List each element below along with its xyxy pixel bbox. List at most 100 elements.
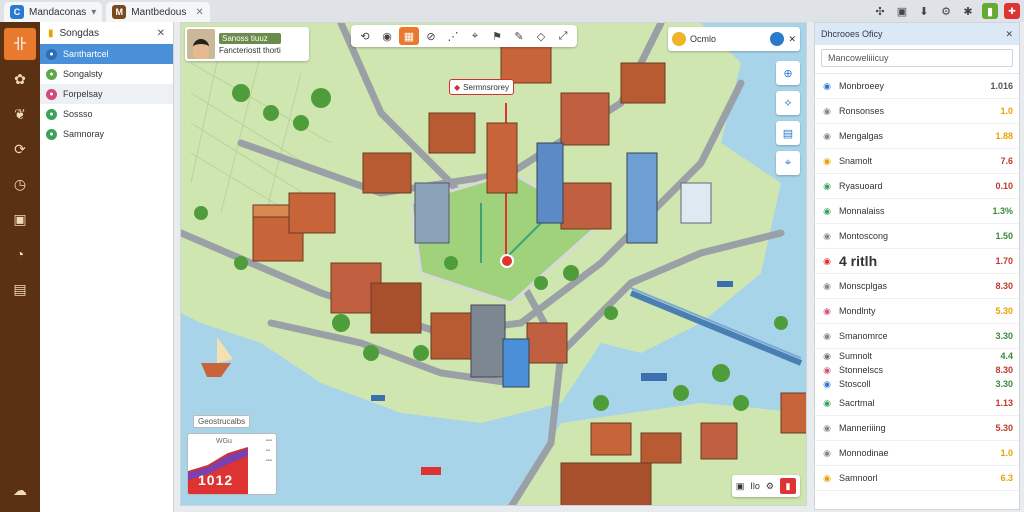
layers-icon[interactable]: ▤ (776, 121, 800, 145)
row-label: Mengalgas (839, 131, 884, 141)
table-row[interactable]: ◉ Smanomrce 3.30 (815, 324, 1019, 349)
row-label: Smanomrce (839, 331, 888, 341)
zoom-in-icon[interactable]: ⊕ (776, 61, 800, 85)
row-status-icon: ◉ (823, 230, 831, 241)
download-icon[interactable]: ⬇ (916, 3, 932, 19)
globe-icon[interactable] (770, 32, 785, 46)
table-row[interactable]: ◉ Snamolt 7.6 (815, 149, 1019, 174)
library-icon[interactable]: ▤ (4, 273, 36, 305)
sidebar-item[interactable]: ● Forpelsay (40, 84, 173, 104)
locate-icon[interactable]: ⌖ (776, 151, 800, 175)
sidebar-item-label: Samnoray (63, 129, 105, 139)
layer-icon: ● (46, 88, 57, 100)
chevron-down-icon[interactable]: ▾ (91, 7, 96, 18)
profile-photo (187, 29, 215, 59)
table-row[interactable]: ◉ Monnodinae 1.0 (815, 441, 1019, 466)
tab-2[interactable]: M Mantbedous ✕ (106, 2, 210, 22)
grid-icon[interactable]: 卝 (4, 28, 36, 60)
table-row[interactable]: ◉ Ronsonses 1.0 (815, 99, 1019, 124)
table-row[interactable]: ◉ Montoscong 1.50 (815, 224, 1019, 249)
settings-icon[interactable]: ⚙ (938, 3, 954, 19)
people-icon[interactable]: ✿ (4, 63, 36, 95)
marker-icon[interactable]: ⚑ (487, 27, 507, 45)
sidebar: ▮ Songdas ✕ ● Santhartcel ● Songalsty ● … (40, 22, 174, 512)
row-status-icon: ◉ (823, 305, 831, 316)
table-row[interactable]: ◉ Mondlnty 5.30 (815, 299, 1019, 324)
table-row[interactable]: ◉ Monnalaiss 1.3% (815, 199, 1019, 224)
table-row[interactable]: ◉ Samnoorl 6.3 (815, 466, 1019, 491)
stat-card[interactable]: WGu 1012 ▪▪▪ ▪▪ ▪▪▪ (187, 433, 277, 495)
table-row[interactable]: ◉ Sacrtmal 1.13 (815, 391, 1019, 416)
sidebar-title: Songdas (59, 27, 99, 39)
extension-icon[interactable]: ✱ (960, 3, 976, 19)
row-status-icon: ◉ (823, 447, 831, 458)
book-icon[interactable]: ◔ (4, 238, 36, 270)
sidebar-item[interactable]: ● Samnoray (40, 124, 173, 144)
row-value: 1.70 (995, 256, 1013, 266)
table-row[interactable]: ◉ Manneriiing 5.30 (815, 416, 1019, 441)
tab-1[interactable]: C Mandaconas ▾ (4, 2, 103, 22)
map-toolbar: ⟲ ◉ ▦ ⊘ ⋰ ⌖ ⚑ ✎ ◇ ⤢ (351, 25, 577, 47)
bottom-label: Ilo (750, 481, 760, 491)
map-pin-label[interactable]: ◆ Sermnsrorey (449, 79, 514, 95)
panel-rows: ◉ Monbroeey 1.016 ◉ Ronsonses 1.0 ◉ Mengalgas 1.… (815, 73, 1019, 491)
map-search[interactable]: Ocmlo ✕ (668, 27, 800, 51)
avatar[interactable]: ✚ (1004, 3, 1020, 19)
navigate-icon[interactable]: ⌖ (465, 27, 485, 45)
building-icon[interactable]: ▦ (399, 27, 419, 45)
draw-icon[interactable]: ✎ (509, 27, 529, 45)
map-side-controls: ⊕ ⟡ ▤ ⌖ (776, 61, 800, 175)
table-row[interactable]: ◉ Monscplgas 8.30 (815, 274, 1019, 299)
refresh-icon[interactable]: ⟲ (355, 27, 375, 45)
browser-tabbar: C Mandaconas ▾ M Mantbedous ✕ ✣ ▣ ⬇ ⚙ ✱ … (0, 0, 1024, 22)
close-icon[interactable]: ✕ (1005, 29, 1013, 40)
cloud-icon[interactable]: ☁ (4, 474, 36, 506)
tab-label: Mantbedous (131, 6, 187, 18)
row-label: 4 ritlh (839, 253, 878, 269)
time-icon[interactable]: ▣ (4, 203, 36, 235)
row-value: 1.50 (995, 231, 1013, 241)
compass-icon[interactable]: ⟡ (776, 91, 800, 115)
row-value: 1.016 (990, 81, 1013, 91)
layers-icon[interactable]: ◷ (4, 168, 36, 200)
expand-icon[interactable]: ⤢ (553, 27, 573, 45)
row-label: Montoscong (839, 231, 889, 241)
table-row[interactable]: ◉ Mengalgas 1.88 (815, 124, 1019, 149)
sidebar-item[interactable]: ● Sossso (40, 104, 173, 124)
row-label: Monnodinae (839, 448, 889, 458)
list-icon[interactable]: ▣ (736, 481, 745, 492)
left-rail: 卝 ✿ ❦ ⟳ ◷ ▣ ◔ ▤ ☁ (0, 22, 40, 512)
pin-label-text: Sermnsrorey (463, 82, 509, 92)
row-value: 1.3% (992, 206, 1013, 216)
table-row[interactable]: ◉ 4 ritlh 1.70 (815, 249, 1019, 274)
table-row[interactable]: ◉ Stoscoll 3.30 (815, 377, 1019, 391)
location-card[interactable]: Sanoss tiuuz Fancteriostt thorti (185, 27, 309, 61)
puzzle-icon[interactable]: ✣ (872, 3, 888, 19)
table-row[interactable]: ◉ Sumnolt 4.4 (815, 349, 1019, 363)
row-value: 3.30 (995, 331, 1013, 341)
table-row[interactable]: ◉ Stonnelscs 8.30 (815, 363, 1019, 377)
sidebar-item[interactable]: ● Songalsty (40, 64, 173, 84)
sidebar-item[interactable]: ● Santhartcel (40, 44, 173, 64)
close-icon[interactable]: ✕ (157, 28, 165, 39)
measure-icon[interactable]: ⋰ (443, 27, 463, 45)
settings-icon[interactable]: ⚙ (766, 481, 774, 492)
table-row[interactable]: ◉ Ryasuoard 0.10 (815, 174, 1019, 199)
layer-icon: ● (46, 108, 57, 120)
row-label: Snamolt (839, 156, 873, 166)
close-icon[interactable]: ✕ (195, 7, 203, 18)
flag-icon[interactable]: ▮ (780, 478, 796, 494)
row-status-icon: ◉ (823, 422, 831, 433)
pin-icon[interactable]: ◉ (377, 27, 397, 45)
tag-icon[interactable]: ⊘ (421, 27, 441, 45)
table-row[interactable]: ◉ Monbroeey 1.016 (815, 74, 1019, 99)
profile-icon[interactable]: ▮ (982, 3, 998, 19)
close-icon[interactable]: ✕ (788, 34, 796, 45)
map-view[interactable]: Sanoss tiuuz Fancteriostt thorti ⟲ ◉ ▦ ⊘… (180, 22, 807, 506)
row-status-icon: ◉ (823, 80, 831, 91)
shape-icon[interactable]: ◇ (531, 27, 551, 45)
panel-search[interactable]: Mancoweliiicuy (821, 49, 1013, 67)
chat-icon[interactable]: ❦ (4, 98, 36, 130)
history-icon[interactable]: ⟳ (4, 133, 36, 165)
bookmark-icon[interactable]: ▣ (894, 3, 910, 19)
